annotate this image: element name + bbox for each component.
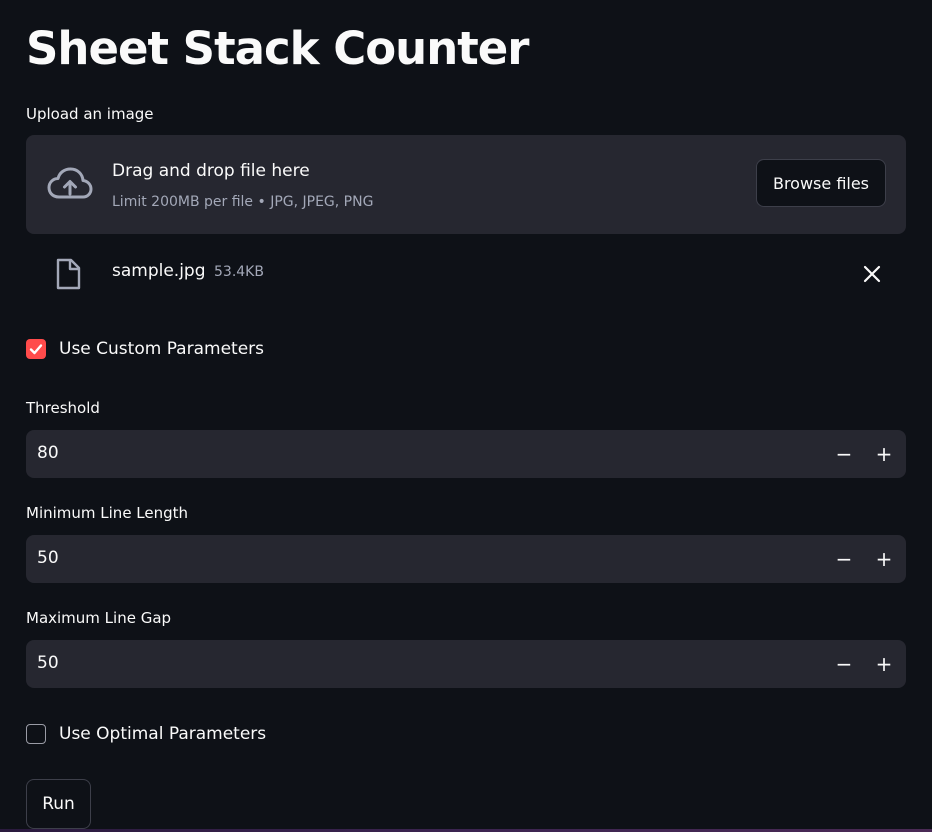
min-line-length-input[interactable]: 50 − +: [26, 535, 906, 583]
max-line-gap-input[interactable]: 50 − +: [26, 640, 906, 688]
threshold-decrement-button[interactable]: −: [832, 442, 856, 466]
threshold-label: Threshold: [26, 399, 100, 417]
max-line-gap-value[interactable]: 50: [37, 653, 59, 673]
max-line-gap-increment-button[interactable]: +: [872, 652, 896, 676]
threshold-increment-button[interactable]: +: [872, 442, 896, 466]
dropzone-subtitle: Limit 200MB per file • JPG, JPEG, PNG: [112, 194, 374, 210]
file-name: sample.jpg: [112, 261, 206, 281]
optimal-params-label: Use Optimal Parameters: [59, 724, 267, 744]
min-line-length-increment-button[interactable]: +: [872, 547, 896, 571]
close-icon[interactable]: [860, 262, 884, 286]
min-line-length-value[interactable]: 50: [37, 548, 59, 568]
optimal-params-checkbox-row[interactable]: Use Optimal Parameters: [26, 722, 266, 746]
run-button[interactable]: Run: [26, 779, 91, 829]
threshold-input[interactable]: 80 − +: [26, 430, 906, 478]
browse-files-button[interactable]: Browse files: [756, 159, 886, 207]
max-line-gap-label: Maximum Line Gap: [26, 609, 172, 627]
custom-params-checkbox-row[interactable]: Use Custom Parameters: [26, 337, 264, 361]
dropzone-title: Drag and drop file here: [112, 161, 310, 181]
uploaded-file-row: sample.jpg 53.4KB: [26, 250, 906, 296]
file-size: 53.4KB: [214, 264, 264, 280]
cloud-upload-icon: [47, 167, 93, 199]
file-icon: [56, 258, 81, 290]
custom-params-checkbox[interactable]: [26, 339, 46, 359]
checkmark-icon: [29, 344, 43, 355]
custom-params-label: Use Custom Parameters: [59, 339, 264, 359]
max-line-gap-decrement-button[interactable]: −: [832, 652, 856, 676]
page-title: Sheet Stack Counter: [26, 22, 529, 75]
app-page: Sheet Stack Counter Upload an image Drag…: [0, 0, 932, 832]
min-line-length-label: Minimum Line Length: [26, 504, 189, 522]
min-line-length-decrement-button[interactable]: −: [832, 547, 856, 571]
optimal-params-checkbox[interactable]: [26, 724, 46, 744]
uploader-label: Upload an image: [26, 105, 154, 123]
file-dropzone[interactable]: Drag and drop file here Limit 200MB per …: [26, 135, 906, 234]
threshold-value[interactable]: 80: [37, 443, 59, 463]
